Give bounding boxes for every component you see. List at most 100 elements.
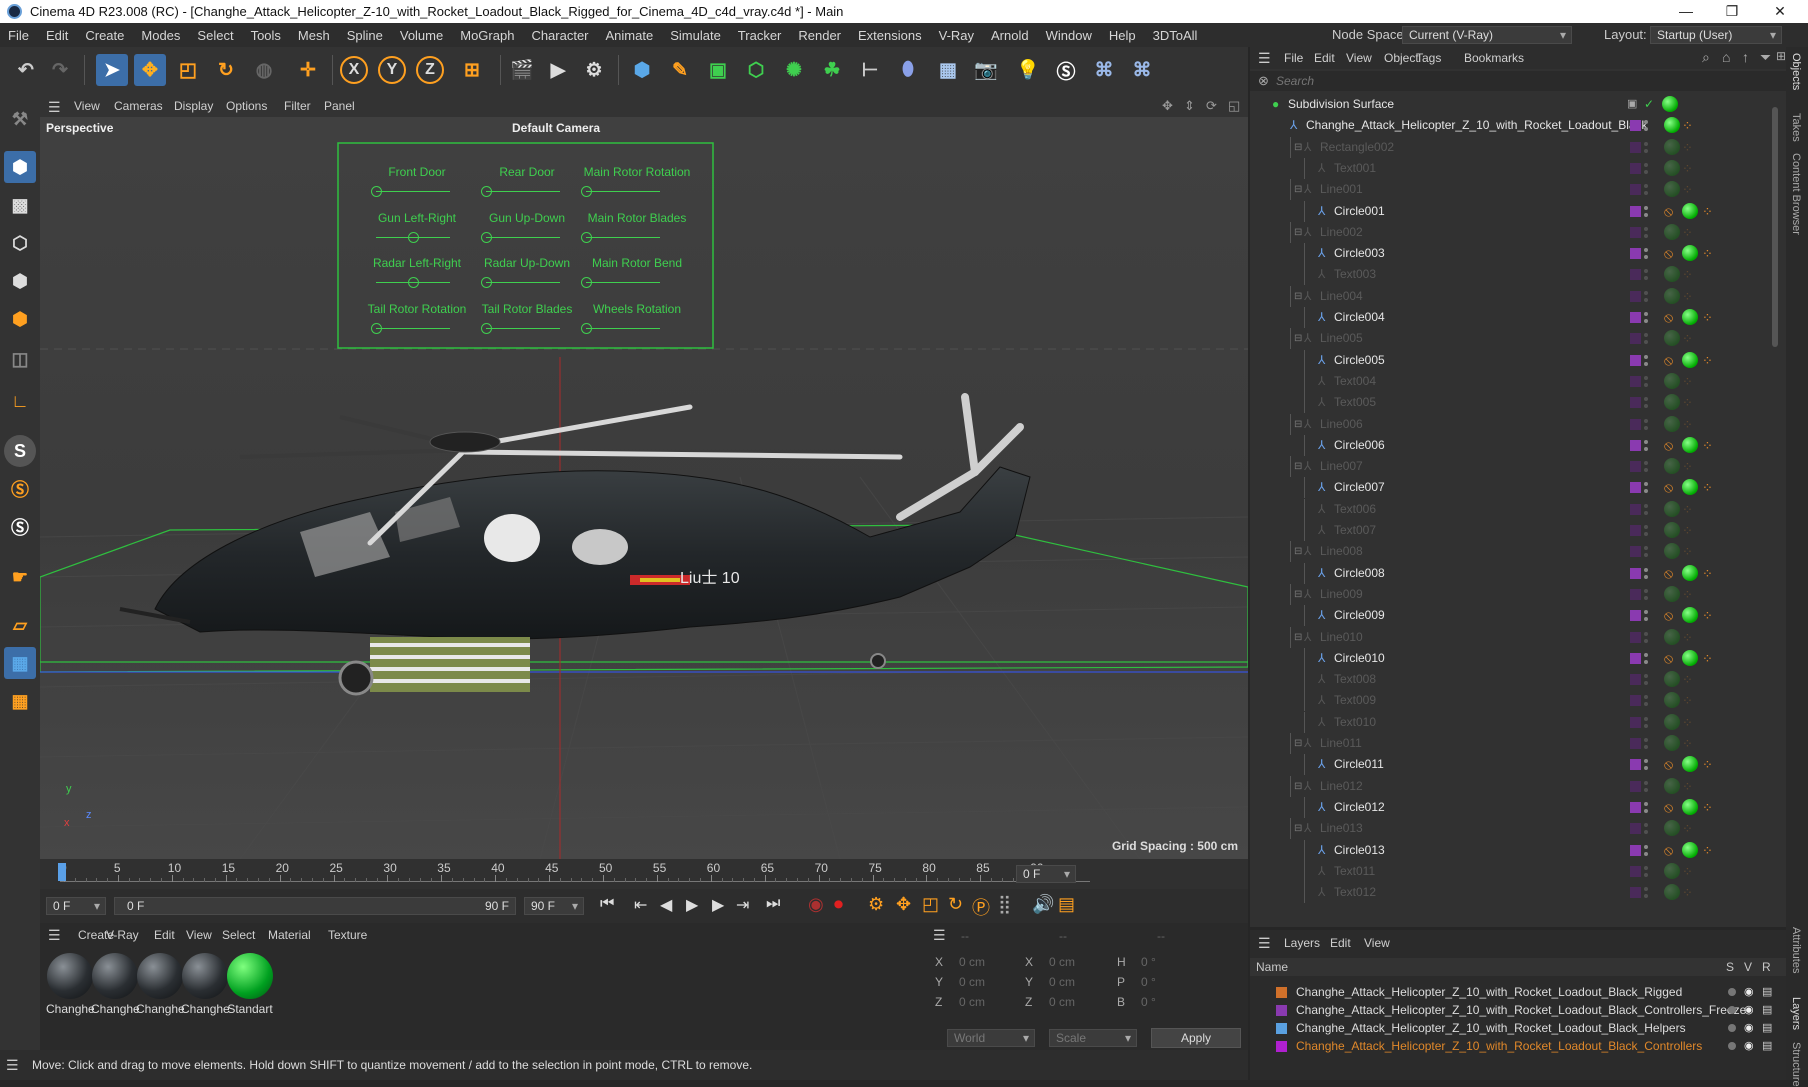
object-name[interactable]: Circle011 [1334,754,1384,775]
viewport-rotate-icon[interactable]: ⟳ [1206,98,1217,114]
constraint-tag-icon[interactable]: ⁘ [1702,350,1713,371]
object-search-input[interactable] [1276,72,1776,90]
scale-tool-icon[interactable]: ◰ [172,54,204,86]
grid-icon[interactable]: ▱ [4,609,36,641]
constraint-tag-icon[interactable]: ⁘ [1682,264,1693,285]
object-name[interactable]: Text012 [1334,882,1376,903]
checkmark-icon[interactable]: ✓ [1644,94,1654,115]
uv-mode-icon[interactable]: ◫ [4,343,36,375]
material-swatch[interactable] [137,953,183,999]
constraint-tag-icon[interactable]: ⁘ [1682,541,1693,562]
object-row[interactable]: ⅄ Circle009 ⦸ ⁘ [1250,605,1772,627]
coord-value-field[interactable]: 0 cm [959,955,985,969]
layer-color-swatch[interactable] [1630,567,1641,579]
layer-color-swatch[interactable] [1630,418,1641,430]
visibility-dots[interactable] [1644,865,1648,878]
object-row[interactable]: ⅄ Text010 ⁘ [1250,711,1772,733]
object-name[interactable]: Circle009 [1334,605,1385,626]
visibility-dots[interactable] [1644,588,1648,601]
layer-color-swatch[interactable] [1630,205,1641,217]
coordinate-tool-icon[interactable]: ✛ [292,54,324,86]
layer-color-swatch[interactable] [1630,759,1641,771]
edges-mode-icon[interactable]: ⬢ [4,265,36,297]
object-name[interactable]: Line010 [1320,627,1363,648]
controller-slider-knob[interactable] [581,186,592,197]
layer-row[interactable]: Changhe_Attack_Helicopter_Z_10_with_Rock… [1250,983,1786,1001]
object-name[interactable]: Line013 [1320,818,1363,839]
menu-v-ray[interactable]: V-Ray [939,28,974,43]
object-row[interactable]: ⅄ Circle006 ⦸ ⁘ [1250,434,1772,456]
visibility-dots[interactable] [1644,269,1648,281]
close-button[interactable]: ✕ [1758,0,1802,23]
new-view-icon[interactable]: ⊞ [1776,49,1786,63]
material-tag-icon[interactable] [1664,692,1680,709]
object-name[interactable]: Text004 [1334,371,1376,392]
protection-tag-icon[interactable]: ⦸ [1664,307,1673,328]
layer-solo-toggle[interactable] [1728,1006,1736,1014]
material-menu-edit[interactable]: Edit [154,928,175,942]
search-icon[interactable]: ⌕ [1702,49,1710,66]
visibility-dots[interactable] [1644,248,1648,260]
coord-value-field[interactable]: 0 cm [959,975,985,989]
layer-color-swatch[interactable] [1630,674,1641,686]
layer-name[interactable]: Changhe_Attack_Helicopter_Z_10_with_Rock… [1296,1037,1702,1055]
visibility-dots[interactable] [1644,652,1648,665]
key-scale-icon[interactable]: ◰ [922,894,939,915]
controller-slider-knob[interactable] [371,323,382,334]
visibility-dots[interactable] [1644,312,1648,324]
controller-slider-knob[interactable] [481,232,492,243]
expand-toggle-icon[interactable]: ⊟ [1294,776,1302,797]
layer-color-swatch[interactable] [1630,333,1641,345]
material-tag-icon[interactable] [1682,798,1698,815]
object-menu-edit[interactable]: Edit [1314,51,1335,65]
object-name[interactable]: Text005 [1334,392,1376,413]
layer-color-swatch[interactable] [1630,823,1641,835]
layer-color-swatch[interactable] [1630,887,1641,899]
object-row[interactable]: ⊟ ⅄ Line001 ⁘ [1250,179,1772,201]
object-row[interactable]: ⊟ ⅄ Line013 ⁘ [1250,818,1772,840]
object-row[interactable]: ⊟ ⅄ Line006 ⁘ [1250,413,1772,435]
material-tag-icon[interactable] [1682,245,1698,262]
layer-color-swatch[interactable] [1630,375,1641,387]
visibility-dots[interactable] [1644,823,1648,835]
keyframe-selection-icon[interactable]: ⚙ [868,894,884,915]
object-name[interactable]: Circle013 [1334,840,1385,861]
layer-color-swatch[interactable] [1630,120,1641,132]
layer-color-swatch[interactable] [1630,610,1641,622]
object-name[interactable]: Circle007 [1334,477,1385,498]
object-row[interactable]: ⅄ Circle004 ⦸ ⁘ [1250,307,1772,328]
visibility-dots[interactable] [1644,397,1648,409]
layer-menu-layers[interactable]: Layers [1284,936,1320,950]
material-tag-icon[interactable] [1664,266,1680,283]
layer-solo-toggle[interactable] [1728,988,1736,996]
material-swatch[interactable] [47,953,93,999]
object-row[interactable]: ⊟ ⅄ Line009 ⁘ [1250,583,1772,605]
layer-color-swatch[interactable] [1630,631,1641,643]
object-row[interactable]: ● Subdivision Surface ▣ ✓ [1250,94,1772,115]
visibility-dots[interactable] [1644,226,1648,239]
controller-slider-knob[interactable] [371,186,382,197]
phong-tag-icon[interactable] [1662,96,1678,112]
visibility-dots[interactable] [1644,631,1648,644]
object-row[interactable]: ⅄ Circle008 ⦸ ⁘ [1250,562,1772,584]
visibility-dots[interactable] [1644,333,1648,345]
material-tag-icon[interactable] [1664,223,1680,240]
pen-spline-icon[interactable]: ✎ [664,54,696,86]
controller-slider-knob[interactable] [481,186,492,197]
layer-color-swatch[interactable] [1630,269,1641,281]
object-row[interactable]: ⊟ ⅄ Line008 ⁘ [1250,541,1772,563]
playhead[interactable] [58,863,66,881]
protection-tag-icon[interactable]: ⦸ [1664,605,1673,626]
visibility-dots[interactable] [1644,375,1648,388]
object-row[interactable]: ⅄ Text004 ⁘ [1250,370,1772,392]
eye-icon[interactable]: ◉ [1744,1001,1754,1019]
object-name[interactable]: Text008 [1334,669,1376,690]
protection-tag-icon[interactable]: ⦸ [1664,754,1673,775]
object-name[interactable]: Line008 [1320,541,1363,562]
layer-row[interactable]: Changhe_Attack_Helicopter_Z_10_with_Rock… [1250,1019,1786,1037]
subdivision-icon[interactable]: ▣ [702,54,734,86]
camera-icon[interactable]: 📷 [970,54,1002,86]
expand-toggle-icon[interactable]: ⊟ [1294,733,1302,754]
layer-color-swatch[interactable] [1276,1041,1287,1052]
coordinate-system-icon[interactable]: ⊞ [456,54,488,86]
